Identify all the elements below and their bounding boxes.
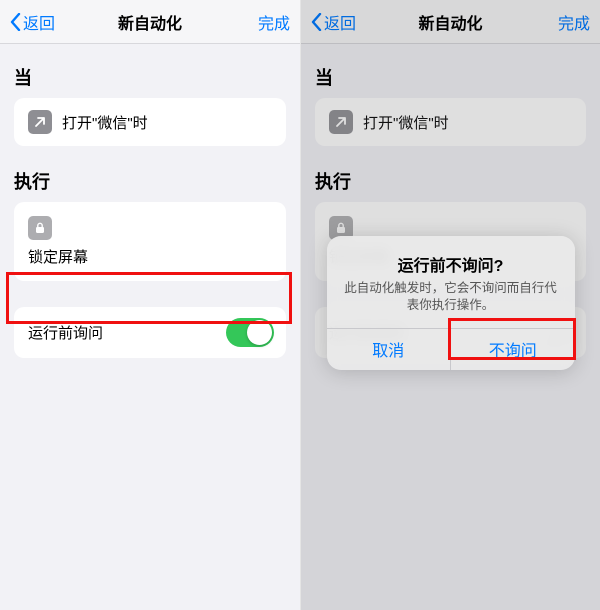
- alert-cancel-label: 取消: [372, 337, 404, 361]
- chevron-left-icon: [10, 13, 21, 31]
- phone-left: 返回 新自动化 完成 当 打开"微信"时 执行 锁定屏幕 运行前询问: [0, 0, 300, 610]
- phone-right: 返回 新自动化 完成 当 打开"微信"时 执行 锁定屏幕 运行前询问: [300, 0, 600, 610]
- confirm-alert: 运行前不询问? 此自动化触发时，它会不询问而自行代表你执行操作。 取消 不询问: [327, 236, 575, 370]
- done-label: 完成: [258, 10, 290, 34]
- when-card[interactable]: 打开"微信"时: [14, 98, 286, 146]
- alert-title: 运行前不询问?: [343, 252, 559, 276]
- ask-toggle-label: 运行前询问: [28, 322, 103, 343]
- alert-confirm-button[interactable]: 不询问: [450, 329, 575, 370]
- ask-toggle-switch[interactable]: [226, 318, 274, 347]
- alert-confirm-label: 不询问: [489, 337, 537, 361]
- alert-body: 运行前不询问? 此自动化触发时，它会不询问而自行代表你执行操作。: [327, 236, 575, 328]
- alert-message: 此自动化触发时，它会不询问而自行代表你执行操作。: [343, 280, 559, 314]
- when-header: 当: [14, 64, 286, 90]
- ask-toggle-row: 运行前询问: [14, 307, 286, 358]
- do-card-label: 锁定屏幕: [28, 246, 88, 267]
- open-app-icon: [28, 110, 52, 134]
- back-label: 返回: [23, 10, 55, 34]
- done-button[interactable]: 完成: [248, 0, 300, 44]
- do-card[interactable]: 锁定屏幕: [14, 202, 286, 281]
- alert-buttons: 取消 不询问: [327, 328, 575, 370]
- navbar: 返回 新自动化 完成: [0, 0, 300, 44]
- do-header: 执行: [14, 168, 286, 194]
- page-title: 新自动化: [118, 10, 182, 34]
- when-card-label: 打开"微信"时: [62, 112, 148, 133]
- content: 当 打开"微信"时 执行 锁定屏幕 运行前询问: [0, 44, 300, 358]
- back-button[interactable]: 返回: [0, 0, 65, 44]
- alert-cancel-button[interactable]: 取消: [327, 329, 451, 370]
- lock-icon: [28, 216, 52, 240]
